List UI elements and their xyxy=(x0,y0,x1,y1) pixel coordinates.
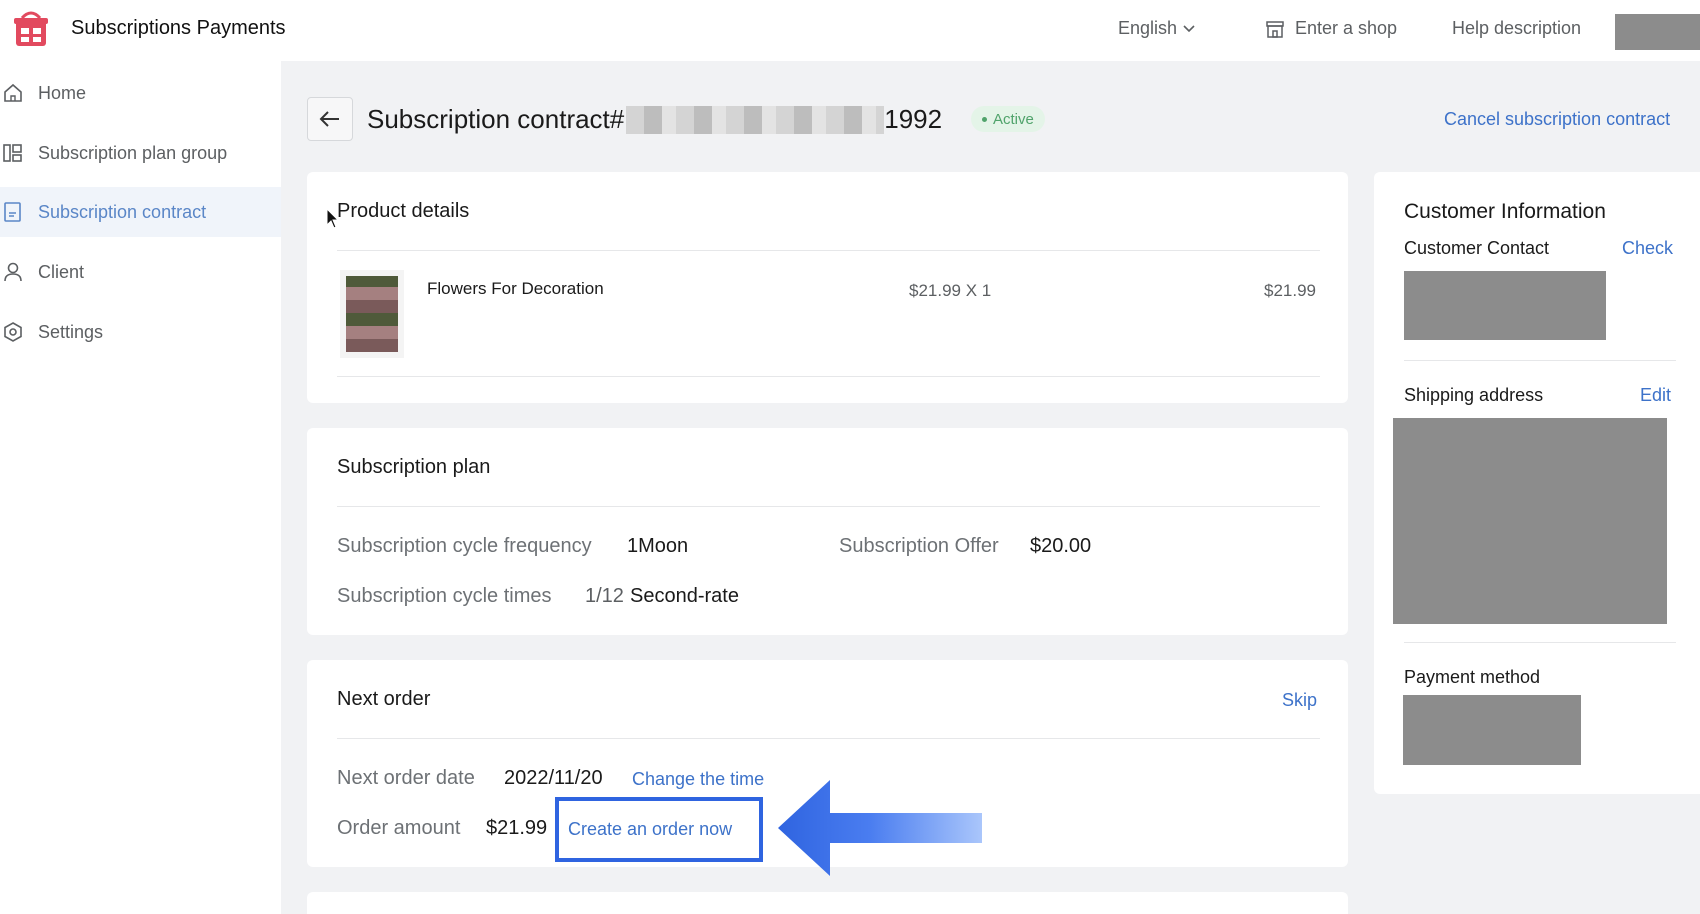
divider xyxy=(337,506,1320,507)
back-button[interactable] xyxy=(307,97,353,141)
mouse-cursor-icon xyxy=(326,208,340,229)
cycle-frequency-value: 1Moon xyxy=(627,535,689,557)
avatar[interactable] xyxy=(1615,14,1700,50)
subscription-plan-title: Subscription plan xyxy=(337,456,491,478)
product-thumbnail[interactable] xyxy=(346,276,398,352)
sidebar-item-label: Settings xyxy=(38,321,104,342)
product-price-quantity: $21.99 X 1 xyxy=(909,281,992,300)
sidebar-item-settings[interactable]: Settings xyxy=(0,307,281,357)
pointer-arrow-icon xyxy=(778,780,982,876)
sidebar-item-contract[interactable]: Subscription contract xyxy=(0,187,281,237)
edit-link[interactable]: Edit xyxy=(1640,385,1671,406)
top-bar: Subscriptions Payments English Enter a s… xyxy=(0,0,1700,61)
cycle-times-rate: Second-rate xyxy=(630,585,739,607)
status-label: Active xyxy=(993,110,1034,128)
page-title: Subscription contract# 1992 xyxy=(367,104,942,135)
plan-group-icon xyxy=(3,144,22,162)
customer-contact-block xyxy=(1404,271,1606,340)
home-icon xyxy=(4,83,22,102)
page-title-suffix: 1992 xyxy=(884,104,943,134)
language-selector[interactable]: English xyxy=(1118,18,1195,39)
product-total: $21.99 xyxy=(1264,281,1316,300)
cycle-times-value: 1/12 xyxy=(585,585,624,607)
skip-link[interactable]: Skip xyxy=(1282,690,1317,711)
page-title-prefix: Subscription contract# xyxy=(367,104,625,134)
payment-method-label: Payment method xyxy=(1404,667,1541,687)
app-logo-icon xyxy=(14,11,48,46)
next-order-date-value: 2022/11/20 xyxy=(504,767,603,789)
shipping-address-label: Shipping address xyxy=(1404,385,1544,405)
settings-icon xyxy=(4,322,22,342)
status-badge: Active xyxy=(971,106,1045,132)
contract-icon xyxy=(4,202,21,222)
sidebar-item-label: Client xyxy=(38,261,85,282)
enter-shop-label: Enter a shop xyxy=(1295,18,1398,38)
sidebar-item-plan-group[interactable]: Subscription plan group xyxy=(0,128,281,178)
cycle-times-label: Subscription cycle times xyxy=(337,585,552,607)
payment-method-block xyxy=(1403,695,1581,765)
change-time-link[interactable]: Change the time xyxy=(632,769,764,790)
divider xyxy=(337,250,1320,251)
sidebar-item-label: Home xyxy=(38,82,87,103)
order-amount-value: $21.99 xyxy=(486,817,548,839)
order-amount-label: Order amount xyxy=(337,817,461,839)
sidebar-item-home[interactable]: Home xyxy=(0,68,281,118)
divider xyxy=(1404,360,1676,361)
offer-label: Subscription Offer xyxy=(839,535,999,557)
divider xyxy=(337,376,1320,377)
sidebar: Home Subscription plan group Subscriptio… xyxy=(0,61,281,914)
customer-contact-label: Customer Contact xyxy=(1404,238,1550,258)
status-dot-icon xyxy=(982,116,987,122)
divider xyxy=(1404,642,1676,643)
sidebar-item-client[interactable]: Client xyxy=(0,247,281,297)
divider xyxy=(337,738,1320,739)
chevron-down-icon xyxy=(1183,24,1195,32)
next-order-date-label: Next order date xyxy=(337,767,475,789)
next-order-title: Next order xyxy=(337,688,431,710)
product-details-title: Product details xyxy=(337,200,470,222)
cancel-contract-link[interactable]: Cancel subscription contract xyxy=(1444,109,1670,130)
check-link[interactable]: Check xyxy=(1622,238,1673,259)
next-card xyxy=(307,892,1348,914)
cycle-frequency-label: Subscription cycle frequency xyxy=(337,535,592,557)
user-icon xyxy=(4,262,22,282)
app-title: Subscriptions Payments xyxy=(71,17,286,39)
redacted-contract-id xyxy=(626,105,885,134)
shipping-address-block xyxy=(1393,418,1667,624)
sidebar-item-label: Subscription plan group xyxy=(38,142,228,163)
customer-info-title: Customer Information xyxy=(1404,200,1606,223)
language-label: English xyxy=(1118,18,1178,38)
offer-value: $20.00 xyxy=(1030,535,1092,557)
enter-shop-link[interactable]: Enter a shop xyxy=(1265,18,1397,39)
product-name[interactable]: Flowers For Decoration xyxy=(427,279,604,299)
highlight-box xyxy=(555,797,763,862)
store-icon xyxy=(1266,20,1284,38)
sidebar-item-label: Subscription contract xyxy=(38,201,207,222)
arrow-left-icon xyxy=(319,111,339,127)
help-description-link[interactable]: Help description xyxy=(1452,18,1581,39)
